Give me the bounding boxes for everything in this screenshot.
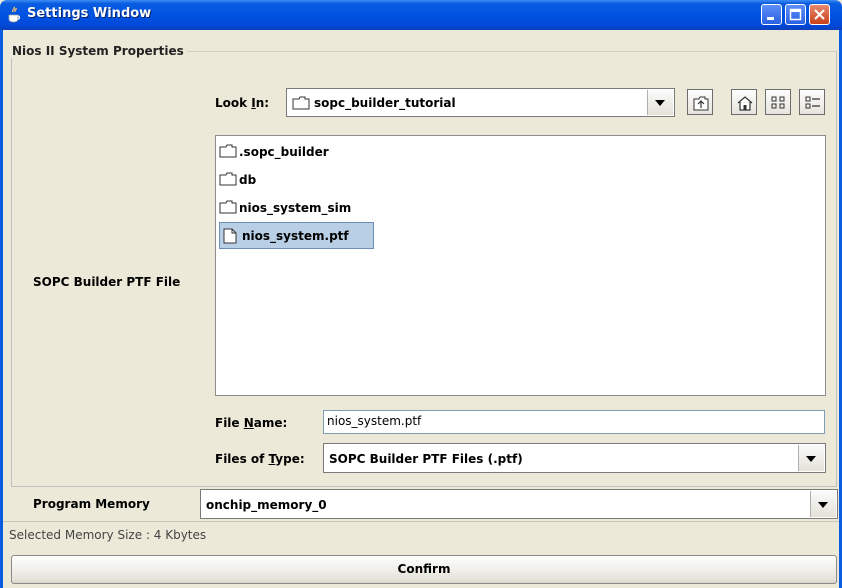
chevron-down-icon [655, 100, 665, 106]
chevron-down-icon [806, 456, 816, 462]
look-in-combo[interactable]: sopc_builder_tutorial [286, 88, 675, 117]
memory-size-status: Selected Memory Size : 4 Kbytes [9, 528, 207, 542]
program-memory-dropdown-button[interactable] [810, 491, 836, 517]
files-of-type-label: Files of Type: [215, 452, 305, 466]
list-item[interactable]: .sopc_builder [219, 140, 349, 164]
close-button[interactable] [809, 4, 830, 25]
file-icon [223, 228, 237, 244]
status-bar: Selected Memory Size : 4 Kbytes [3, 521, 839, 546]
close-icon [814, 9, 825, 20]
list-view-icon [771, 96, 785, 109]
look-in-value: sopc_builder_tutorial [314, 96, 456, 110]
details-view-icon [805, 96, 820, 109]
title-bar[interactable]: Settings Window [0, 0, 842, 30]
group-title: Nios II System Properties [11, 44, 187, 58]
up-folder-icon [693, 96, 709, 111]
file-list[interactable]: .sopc_builder db nios_system_sim nios_sy… [215, 135, 826, 396]
look-in-label: Look In: [215, 96, 270, 110]
program-memory-combo[interactable]: onchip_memory_0 [200, 489, 838, 519]
ptf-file-label: SOPC Builder PTF File [33, 275, 181, 289]
list-view-button[interactable] [765, 89, 791, 115]
files-of-type-combo[interactable]: SOPC Builder PTF Files (.ptf) [323, 443, 826, 473]
file-name-label: File Name: [215, 416, 288, 430]
maximize-button[interactable] [785, 4, 806, 25]
folder-icon [219, 172, 237, 186]
folder-icon [219, 200, 237, 214]
details-view-button[interactable] [799, 89, 825, 115]
file-name-text: .sopc_builder [239, 145, 329, 159]
file-name-text: nios_system_sim [239, 201, 352, 215]
file-name-field[interactable] [323, 410, 825, 434]
chevron-down-icon [818, 502, 828, 508]
file-name-text: nios_system.ptf [242, 229, 349, 243]
up-one-level-button[interactable] [687, 89, 713, 115]
java-icon [8, 6, 21, 23]
list-item-selected[interactable]: nios_system.ptf [219, 222, 374, 249]
minimize-button[interactable] [761, 4, 782, 25]
home-icon [737, 96, 753, 111]
list-item[interactable]: nios_system_sim [219, 196, 369, 220]
look-in-dropdown-button[interactable] [647, 90, 673, 115]
confirm-button[interactable]: Confirm [11, 555, 837, 584]
home-button[interactable] [731, 89, 757, 115]
files-of-type-dropdown-button[interactable] [798, 445, 824, 471]
file-name-text: db [239, 173, 257, 187]
folder-icon [292, 96, 310, 110]
program-memory-value: onchip_memory_0 [206, 498, 327, 512]
list-item[interactable]: db [219, 168, 279, 192]
maximize-icon [789, 8, 802, 21]
window-title: Settings Window [27, 6, 152, 21]
files-of-type-value: SOPC Builder PTF Files (.ptf) [329, 452, 523, 466]
minimize-icon [767, 17, 774, 20]
program-memory-label: Program Memory [33, 497, 150, 511]
file-name-input[interactable] [327, 414, 817, 428]
folder-icon [219, 144, 237, 158]
